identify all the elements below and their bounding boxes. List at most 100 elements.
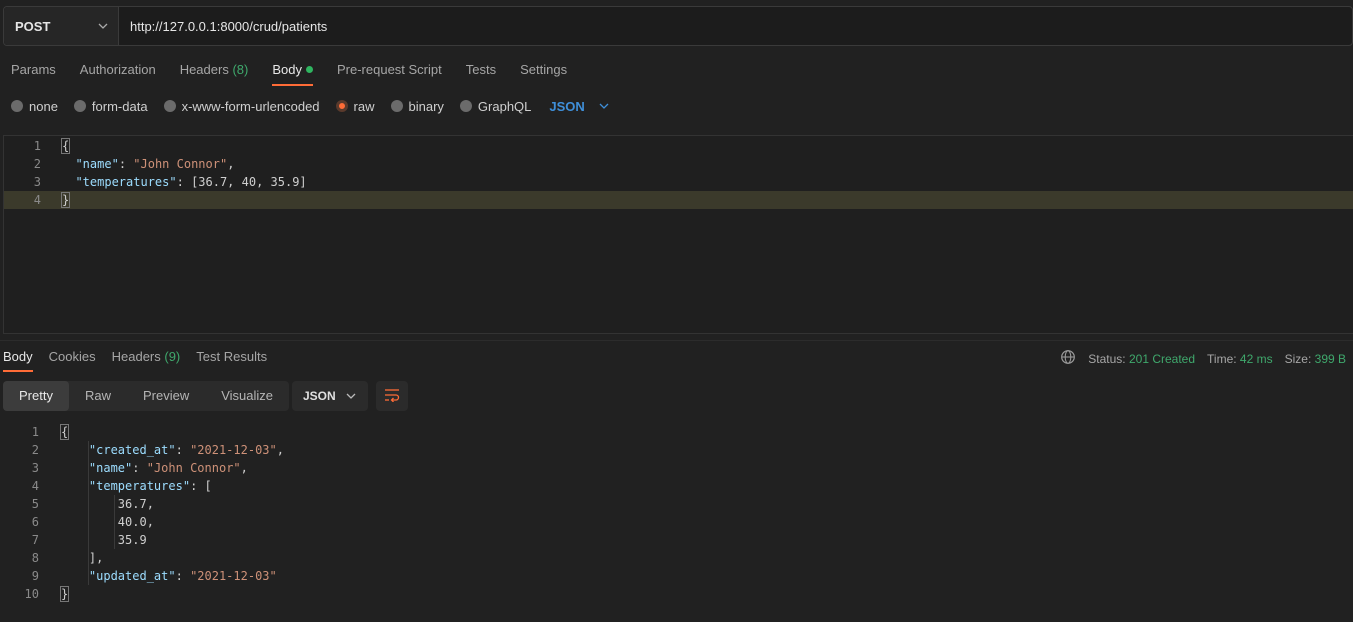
method-select[interactable]: POST [4, 7, 119, 45]
tab-cookies[interactable]: Cookies [49, 346, 96, 372]
code-line: 3 "name": "John Connor", [0, 459, 1353, 477]
request-url-bar: POST http://127.0.0.1:8000/crud/patients [3, 6, 1353, 46]
json-key: "created_at" [88, 443, 176, 457]
wrap-lines-button[interactable] [376, 381, 408, 411]
open-brace: { [61, 138, 71, 154]
globe-icon[interactable] [1060, 349, 1076, 368]
tab-response-body[interactable]: Body [3, 346, 33, 372]
tab-label: Params [11, 62, 56, 77]
size-label: Size: [1284, 351, 1312, 366]
radio-circle-icon [390, 100, 403, 112]
line-number: 7 [31, 533, 39, 547]
code-line: 6 40.0, [0, 513, 1353, 531]
tab-params[interactable]: Params [11, 58, 56, 86]
code-line: 10 } [0, 585, 1353, 603]
json-value: [36.7, 40, 35.9] [191, 175, 307, 189]
code-line: 1 { [0, 423, 1353, 441]
tab-settings[interactable]: Settings [520, 58, 567, 86]
radio-circle-icon [11, 100, 23, 112]
modified-dot-icon [305, 66, 313, 73]
radio-form-data[interactable]: form-data [73, 99, 148, 114]
tab-label: Pre-request Script [336, 62, 442, 77]
line-number: 1 [33, 139, 41, 153]
status-label: Status: [1088, 351, 1126, 366]
tab-label: Tests [465, 62, 497, 77]
tab-label: Body [3, 349, 33, 364]
response-status-bar: Status: 201 Created Time: 42 ms Size: 39… [1060, 349, 1346, 368]
json-value: "John Connor" [133, 157, 228, 171]
code-line: 9 "updated_at": "2021-12-03" [0, 567, 1353, 585]
tab-label: Headers [179, 62, 229, 77]
radio-circle-icon [163, 100, 176, 112]
tab-response-headers[interactable]: Headers (9) [112, 346, 181, 372]
tab-pre-request-script[interactable]: Pre-request Script [337, 58, 442, 86]
tab-headers[interactable]: Headers (8) [180, 58, 249, 86]
tab-count: (9) [164, 349, 181, 364]
tab-authorization[interactable]: Authorization [80, 58, 156, 86]
json-bracket: ], [88, 551, 104, 565]
body-type-selector: none form-data x-www-form-urlencoded raw… [11, 96, 609, 116]
tab-label: Headers [111, 349, 161, 364]
tab-label: Authorization [79, 62, 156, 77]
radio-label: x-www-form-urlencoded [181, 98, 320, 114]
line-number: 5 [31, 497, 39, 511]
url-input[interactable]: http://127.0.0.1:8000/crud/patients [119, 7, 1352, 45]
body-language-label: JSON [549, 98, 585, 114]
tab-label: Body [272, 62, 302, 77]
line-number: 4 [31, 479, 39, 493]
response-format-label: JSON [303, 389, 336, 403]
request-body-editor[interactable]: 1 { 2 "name": "John Connor", 3 "temperat… [3, 135, 1353, 334]
close-brace: } [60, 586, 70, 602]
code-line: 8 ], [0, 549, 1353, 567]
close-brace: } [61, 192, 71, 208]
radio-label: GraphQL [477, 98, 532, 114]
view-pretty-button[interactable]: Pretty [3, 381, 69, 411]
response-format-select[interactable]: JSON [292, 381, 368, 411]
tab-test-results[interactable]: Test Results [196, 346, 267, 372]
code-line: 2 "created_at": "2021-12-03", [0, 441, 1353, 459]
radio-graphql[interactable]: GraphQL [459, 98, 532, 114]
radio-binary[interactable]: binary [390, 99, 444, 114]
tab-label: Cookies [48, 349, 96, 364]
time-value: 42 ms [1239, 351, 1273, 366]
method-label: POST [15, 18, 51, 34]
json-key: "name" [75, 157, 119, 171]
body-language-select[interactable]: JSON [549, 98, 609, 114]
json-key: "name" [88, 461, 133, 475]
tab-tests[interactable]: Tests [466, 58, 496, 86]
code-line-highlighted: 4 } [4, 191, 1353, 209]
code-line: 1 { [4, 137, 1353, 155]
json-value: 35.9 [117, 533, 147, 547]
request-tabs: Params Authorization Headers (8) Body Pr… [11, 58, 567, 86]
radio-raw[interactable]: raw [335, 98, 375, 114]
json-value: 36.7, [117, 497, 154, 511]
response-tabs: Body Cookies Headers (9) Test Results [3, 346, 267, 372]
line-number: 3 [33, 175, 41, 189]
chevron-down-icon [346, 391, 356, 401]
code-line: 7 35.9 [0, 531, 1353, 549]
view-visualize-button[interactable]: Visualize [205, 381, 289, 411]
response-body-viewer[interactable]: 1 { 2 "created_at": "2021-12-03", 3 "nam… [0, 423, 1353, 622]
view-raw-button[interactable]: Raw [69, 381, 127, 411]
view-preview-button[interactable]: Preview [127, 381, 205, 411]
json-value: "John Connor" [146, 461, 241, 475]
line-number: 6 [31, 515, 39, 529]
json-key: "updated_at" [88, 569, 176, 583]
size-info: Size: 399 B [1285, 352, 1346, 366]
radio-circle-selected-icon [335, 100, 348, 112]
json-value: "2021-12-03" [190, 443, 277, 457]
status-info: Status: 201 Created [1088, 352, 1195, 366]
json-key: "temperatures" [88, 479, 191, 493]
radio-x-www-form-urlencoded[interactable]: x-www-form-urlencoded [163, 98, 320, 114]
tab-count: (8) [232, 62, 249, 77]
tab-label: Test Results [196, 349, 268, 364]
radio-label: raw [353, 98, 375, 114]
line-number: 1 [31, 425, 39, 439]
pane-divider[interactable] [0, 340, 1353, 341]
tab-body[interactable]: Body [272, 58, 313, 86]
json-value: "2021-12-03" [190, 569, 277, 583]
line-number: 10 [24, 587, 39, 601]
open-brace: { [60, 424, 70, 440]
code-line: 5 36.7, [0, 495, 1353, 513]
radio-none[interactable]: none [11, 99, 58, 114]
